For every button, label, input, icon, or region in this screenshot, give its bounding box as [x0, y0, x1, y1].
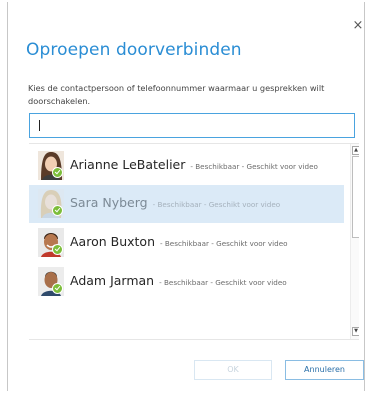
list-item[interactable]: Adam Jarman - Beschikbaar - Geschikt voor… — [29, 263, 344, 301]
presence-available-icon — [52, 283, 63, 294]
list-item[interactable]: Arianne LeBatelier - Beschikbaar - Geschi… — [29, 147, 344, 185]
contact-status: - Beschikbaar - Geschikt voor video — [160, 239, 288, 248]
contact-name: Arianne LeBatelier — [70, 157, 186, 172]
text-caret — [39, 120, 40, 131]
scroll-down-icon[interactable]: ▼ — [352, 327, 359, 336]
presence-available-icon — [52, 167, 63, 178]
contact-name: Sara Nyberg — [70, 195, 148, 210]
contact-entry-text: Arianne LeBatelier - Beschikbaar - Geschi… — [70, 157, 318, 172]
list-item[interactable]: Aaron Buxton - Beschikbaar - Geschikt voo… — [29, 224, 344, 262]
scroll-thumb[interactable] — [352, 156, 359, 238]
presence-available-icon — [52, 205, 63, 216]
ok-button[interactable]: OK — [194, 360, 272, 380]
contact-status: - Beschikbaar - Geschikt voor video — [159, 278, 287, 287]
dialog-title: Oproepen doorverbinden — [26, 40, 242, 60]
instruction-text: Kies de contactpersoon of telefoonnummer… — [28, 83, 325, 106]
scroll-up-icon[interactable]: ▲ — [352, 146, 359, 155]
contact-entry-text: Adam Jarman - Beschikbaar - Geschikt voor… — [70, 273, 287, 288]
presence-available-icon — [52, 244, 63, 255]
contact-status: - Beschikbaar - Geschikt voor video — [190, 162, 318, 171]
contact-list: Arianne LeBatelier - Beschikbaar - Geschi… — [29, 143, 359, 340]
contact-name: Aaron Buxton — [70, 234, 155, 249]
transfer-call-dialog: × Oproepen doorverbinden Kies de contact… — [7, 2, 365, 391]
contact-name: Adam Jarman — [70, 273, 155, 288]
list-item-selected[interactable]: Sara Nyberg - Beschikbaar - Geschikt voor… — [29, 185, 344, 223]
contact-status: - Beschikbaar - Geschikt voor video — [152, 200, 281, 209]
contact-entry-text: Sara Nyberg - Beschikbaar - Geschikt voor… — [70, 195, 280, 210]
contact-entry-text: Aaron Buxton - Beschikbaar - Geschikt voo… — [70, 234, 288, 249]
cancel-button[interactable]: Annuleren — [285, 360, 364, 380]
search-input[interactable] — [29, 113, 355, 138]
close-icon[interactable]: × — [352, 19, 364, 32]
vertical-scrollbar[interactable]: ▲ ▼ — [350, 144, 359, 339]
